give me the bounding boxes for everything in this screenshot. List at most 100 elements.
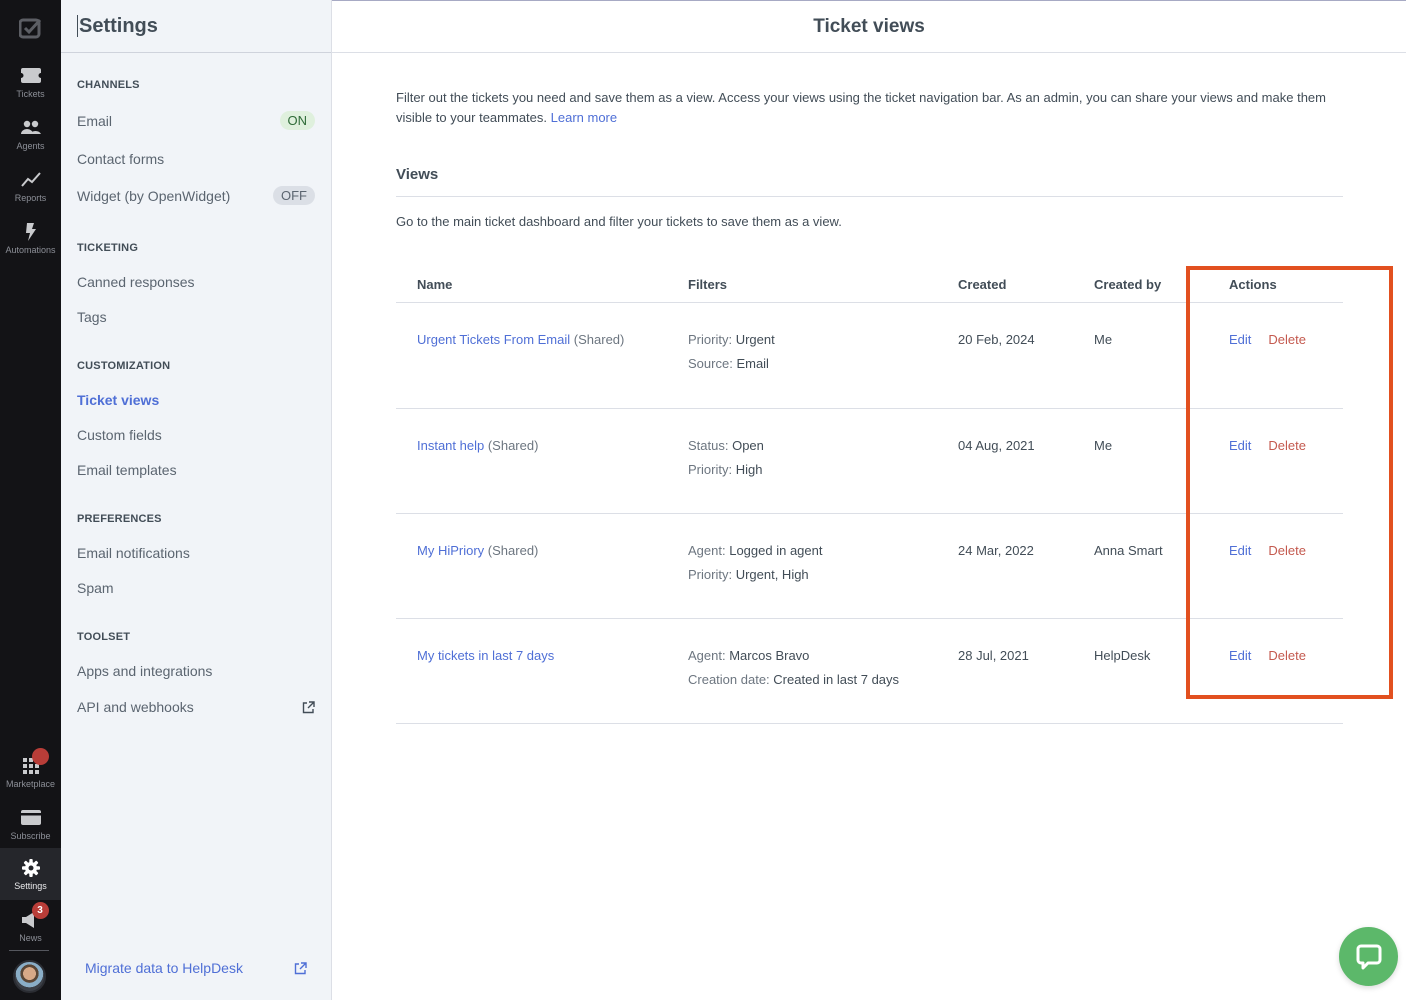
- table-row: My tickets in last 7 days Agent: Marcos …: [396, 619, 1343, 724]
- rail-item-automations[interactable]: Automations: [0, 212, 61, 264]
- rail-item-marketplace[interactable]: Marketplace: [0, 746, 61, 798]
- nav-label: Widget (by OpenWidget): [77, 187, 231, 204]
- sidebar-item-contact-forms[interactable]: Contact forms: [77, 151, 315, 167]
- table-row: Urgent Tickets From Email (Shared) Prior…: [396, 303, 1343, 408]
- filter-line: Agent: Marcos Bravo: [688, 648, 810, 663]
- nav-label: Custom fields: [77, 427, 162, 443]
- ticket-icon: [20, 66, 42, 86]
- created-by: HelpDesk: [1094, 648, 1151, 663]
- created-by: Me: [1094, 438, 1113, 453]
- view-name-link[interactable]: Urgent Tickets From Email: [417, 332, 570, 347]
- rail-item-news[interactable]: 3 News: [0, 900, 61, 952]
- chat-bubble-icon: [1356, 944, 1381, 969]
- agents-icon: [20, 118, 42, 138]
- nav-label: Tags: [77, 309, 107, 325]
- view-name-link[interactable]: My tickets in last 7 days: [417, 648, 554, 663]
- rail-item-subscribe[interactable]: Subscribe: [0, 798, 61, 850]
- rail-item-tickets[interactable]: Tickets: [0, 56, 61, 108]
- rail-divider: [9, 950, 49, 951]
- filter-line: Priority: High: [688, 462, 763, 477]
- page-title: Ticket views: [813, 15, 925, 37]
- divider: [396, 196, 1343, 197]
- views-heading: Views: [396, 166, 439, 183]
- notification-badge: [31, 747, 49, 765]
- actions-cell: Edit Delete: [1229, 438, 1306, 453]
- migrate-data-link[interactable]: Migrate data to HelpDesk: [85, 960, 307, 976]
- sidebar-item-widget[interactable]: Widget (by OpenWidget) OFF: [77, 186, 315, 205]
- chat-widget-button[interactable]: [1339, 927, 1398, 986]
- rail-label: Automations: [5, 244, 56, 255]
- sidebar-item-custom-fields[interactable]: Custom fields: [77, 427, 315, 443]
- helpdesk-logo[interactable]: [0, 12, 61, 44]
- edit-button[interactable]: Edit: [1229, 648, 1251, 663]
- delete-button[interactable]: Delete: [1268, 648, 1306, 663]
- learn-more-link[interactable]: Learn more: [551, 110, 617, 125]
- edit-button[interactable]: Edit: [1229, 543, 1251, 558]
- shared-label: (Shared): [573, 332, 625, 347]
- actions-cell: Edit Delete: [1229, 543, 1306, 558]
- created-date: 24 Mar, 2022: [958, 543, 1034, 558]
- sidebar-item-apps-integrations[interactable]: Apps and integrations: [77, 663, 315, 679]
- view-name-cell: My tickets in last 7 days: [417, 648, 554, 663]
- row-divider: [396, 723, 1343, 724]
- section-heading-customization: CUSTOMIZATION: [77, 360, 171, 372]
- main-header: Ticket views: [332, 1, 1406, 53]
- column-header-name: Name: [417, 277, 453, 292]
- nav-label: Contact forms: [77, 151, 165, 167]
- column-header-created-by: Created by: [1094, 277, 1162, 292]
- nav-label: Canned responses: [77, 274, 195, 290]
- external-link-icon: [302, 700, 315, 713]
- delete-button[interactable]: Delete: [1268, 543, 1306, 558]
- rail-label: News: [19, 932, 42, 943]
- view-name-link[interactable]: Instant help: [417, 438, 484, 453]
- column-header-actions: Actions: [1229, 277, 1277, 292]
- rail-item-reports[interactable]: Reports: [0, 160, 61, 212]
- rail-item-settings[interactable]: Settings: [0, 848, 61, 900]
- filter-line: Creation date: Created in last 7 days: [688, 672, 900, 687]
- shared-label: (Shared): [487, 438, 539, 453]
- filter-line: Priority: Urgent, High: [688, 567, 809, 582]
- news-count-badge: 3: [31, 901, 49, 919]
- view-name-cell: Instant help (Shared): [417, 438, 538, 453]
- column-header-created: Created: [958, 277, 1007, 292]
- delete-button[interactable]: Delete: [1268, 332, 1306, 347]
- sidebar-item-canned-responses[interactable]: Canned responses: [77, 274, 315, 290]
- rail-label: Subscribe: [10, 830, 51, 841]
- status-badge-off: OFF: [273, 186, 315, 205]
- rail-label: Marketplace: [5, 778, 56, 789]
- actions-cell: Edit Delete: [1229, 332, 1306, 347]
- section-heading-toolset: TOOLSET: [77, 631, 131, 643]
- sidebar-item-api-webhooks[interactable]: API and webhooks: [77, 699, 315, 715]
- rail-item-agents[interactable]: Agents: [0, 108, 61, 160]
- filters-cell: Status: Open Priority: High: [688, 438, 764, 477]
- sidebar-item-ticket-views[interactable]: Ticket views: [77, 392, 315, 408]
- table-row: Instant help (Shared) Status: Open Prior…: [396, 409, 1343, 514]
- gear-icon: [20, 858, 42, 878]
- rail-label: Tickets: [16, 88, 45, 99]
- edit-button[interactable]: Edit: [1229, 332, 1251, 347]
- column-header-filters: Filters: [688, 277, 728, 292]
- nav-label: Apps and integrations: [77, 663, 213, 679]
- created-date: 28 Jul, 2021: [958, 648, 1029, 663]
- nav-label: API and webhooks: [77, 699, 194, 715]
- nav-label: Ticket views: [77, 392, 160, 408]
- sidebar-item-email[interactable]: Email ON: [77, 111, 315, 130]
- sidebar-item-tags[interactable]: Tags: [77, 309, 315, 325]
- view-name-cell: My HiPriory (Shared): [417, 543, 538, 558]
- user-avatar[interactable]: [13, 960, 46, 993]
- rail-label: Reports: [14, 192, 47, 203]
- app-rail: Tickets Agents Reports Automations Marke…: [0, 0, 61, 1000]
- created-by: Anna Smart: [1094, 543, 1163, 558]
- grid-icon: [20, 747, 49, 776]
- view-name-link[interactable]: My HiPriory: [417, 543, 484, 558]
- sidebar-item-email-notifications[interactable]: Email notifications: [77, 545, 315, 561]
- external-link-icon: [294, 961, 307, 974]
- nav-label: Spam: [77, 580, 114, 596]
- nav-label: Email: [77, 112, 113, 129]
- sidebar-item-spam[interactable]: Spam: [77, 580, 315, 596]
- settings-sidebar: Settings CHANNELS Email ON Contact forms…: [61, 0, 332, 1000]
- section-heading-ticketing: TICKETING: [77, 242, 139, 254]
- sidebar-item-email-templates[interactable]: Email templates: [77, 462, 315, 478]
- delete-button[interactable]: Delete: [1268, 438, 1306, 453]
- edit-button[interactable]: Edit: [1229, 438, 1251, 453]
